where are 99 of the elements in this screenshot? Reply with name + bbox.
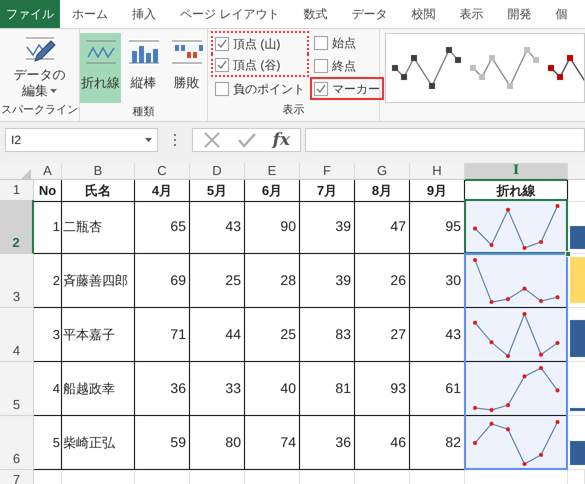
table-cell: 3	[34, 308, 62, 362]
column-header[interactable]: D	[190, 163, 245, 181]
table-cell: 39	[300, 254, 355, 308]
checkbox[interactable]	[314, 82, 328, 96]
table-cell: 44	[190, 308, 245, 362]
header-cell: 4月	[135, 180, 190, 202]
header-cell: 8月	[355, 180, 410, 202]
checkbox[interactable]	[314, 58, 328, 72]
table-cell: 2	[34, 254, 62, 308]
ribbon-tab[interactable]: データ	[339, 0, 400, 28]
header-cell: 氏名	[62, 180, 135, 202]
table-cell: 71	[135, 308, 190, 362]
row-header[interactable]: 6	[0, 416, 34, 470]
checkbox[interactable]	[215, 82, 229, 96]
header-cell: 6月	[245, 180, 300, 202]
table-cell: 95	[410, 200, 465, 254]
table-cell: 33	[190, 362, 245, 416]
table-cell: 43	[410, 308, 465, 362]
more-icon	[173, 133, 177, 147]
table-cell: 25	[245, 308, 300, 362]
checkbox-option[interactable]: 終点	[310, 54, 384, 77]
edit-data-button[interactable]: データの 編集	[8, 33, 70, 99]
ribbon-tab[interactable]: 校閲	[399, 0, 448, 28]
ribbon-tab[interactable]: 表示	[447, 0, 496, 28]
insert-function-button[interactable]: fx	[272, 132, 290, 148]
ribbon-tab[interactable]: ファイル	[0, 0, 60, 28]
caret-icon	[145, 138, 152, 142]
table-cell: 27	[355, 308, 410, 362]
table-cell: 30	[410, 254, 465, 308]
table-cell: 二瓶杏	[62, 200, 135, 254]
group-label: スパークライン	[1, 103, 78, 118]
fill-handle[interactable]	[565, 251, 571, 257]
check-icon[interactable]	[236, 132, 257, 148]
ribbon-tab[interactable]: 挿入	[120, 0, 168, 28]
checkbox-option[interactable]: 始点	[310, 31, 384, 54]
table-cell: 61	[410, 362, 465, 416]
checkbox[interactable]	[215, 36, 229, 50]
column-header[interactable]: C	[135, 163, 190, 181]
table-cell: 93	[355, 362, 410, 416]
table-cell: 43	[190, 200, 245, 254]
formula-input[interactable]	[305, 128, 585, 152]
table-cell: 59	[135, 416, 190, 470]
table-cell: 船越政幸	[62, 362, 135, 416]
column-header[interactable]: I	[465, 163, 568, 181]
checkbox-option[interactable]: 頂点 (谷)	[211, 54, 309, 77]
table-cell: 80	[190, 416, 245, 470]
name-box[interactable]: I2	[5, 128, 158, 152]
table-cell: 4	[34, 362, 62, 416]
checkbox[interactable]	[314, 36, 328, 50]
table-cell: 36	[300, 416, 355, 470]
table-cell: 46	[355, 416, 410, 470]
group-label: 表示	[282, 103, 304, 118]
checkbox-option[interactable]: 頂点 (山)	[211, 31, 309, 54]
table-cell: 25	[190, 254, 245, 308]
column-header[interactable]: B	[62, 163, 135, 181]
table-cell: 26	[355, 254, 410, 308]
header-cell: No	[34, 180, 62, 202]
table-cell: 1	[34, 200, 62, 254]
table-cell: 65	[135, 200, 190, 254]
header-cell: 7月	[300, 180, 355, 202]
table-cell: 90	[245, 200, 300, 254]
row-header[interactable]: 2	[0, 200, 34, 254]
table-cell: 36	[135, 362, 190, 416]
table-cell: 斉藤善四郎	[62, 254, 135, 308]
table-cell: 40	[245, 362, 300, 416]
table-cell: 69	[135, 254, 190, 308]
table-cell: 74	[245, 416, 300, 470]
ribbon-tab[interactable]: ホーム	[60, 0, 120, 28]
cell-reference: I2	[11, 132, 22, 149]
ribbon-tab[interactable]: 開発	[495, 0, 544, 28]
row-header[interactable]: 7	[0, 470, 34, 484]
table-cell: 柴崎正弘	[62, 416, 135, 470]
sparkline-type-button[interactable]: 折れ線	[80, 33, 121, 103]
header-cell: 9月	[410, 180, 465, 202]
sparkline-type-button[interactable]: 勝敗	[166, 33, 207, 103]
checkbox-option[interactable]: マーカー	[310, 77, 384, 100]
column-header[interactable]: G	[355, 163, 410, 181]
sparkline-type-button[interactable]: 縦棒	[123, 33, 164, 103]
table-cell: 平本嘉子	[62, 308, 135, 362]
ribbon-tab[interactable]: ページ レイアウト	[168, 0, 292, 28]
table-cell: 83	[300, 308, 355, 362]
table-cell: 47	[355, 200, 410, 254]
table-cell: 82	[410, 416, 465, 470]
row-header[interactable]: 5	[0, 362, 34, 416]
row-header[interactable]: 4	[0, 308, 34, 362]
ribbon-tab[interactable]: 数式	[291, 0, 340, 28]
ribbon-tab[interactable]: 個	[543, 0, 580, 28]
column-header[interactable]: F	[300, 163, 355, 181]
column-header[interactable]: E	[245, 163, 300, 181]
table-cell: 39	[300, 200, 355, 254]
group-label: 種類	[132, 105, 154, 120]
checkbox[interactable]	[215, 58, 229, 72]
checkbox-option[interactable]: 負のポイント	[211, 77, 309, 100]
header-cell: 5月	[190, 180, 245, 202]
row-header[interactable]: 1	[0, 180, 34, 202]
table-cell: 5	[34, 416, 62, 470]
table-cell: 28	[245, 254, 300, 308]
row-header[interactable]: 3	[0, 254, 34, 308]
table-cell: 81	[300, 362, 355, 416]
